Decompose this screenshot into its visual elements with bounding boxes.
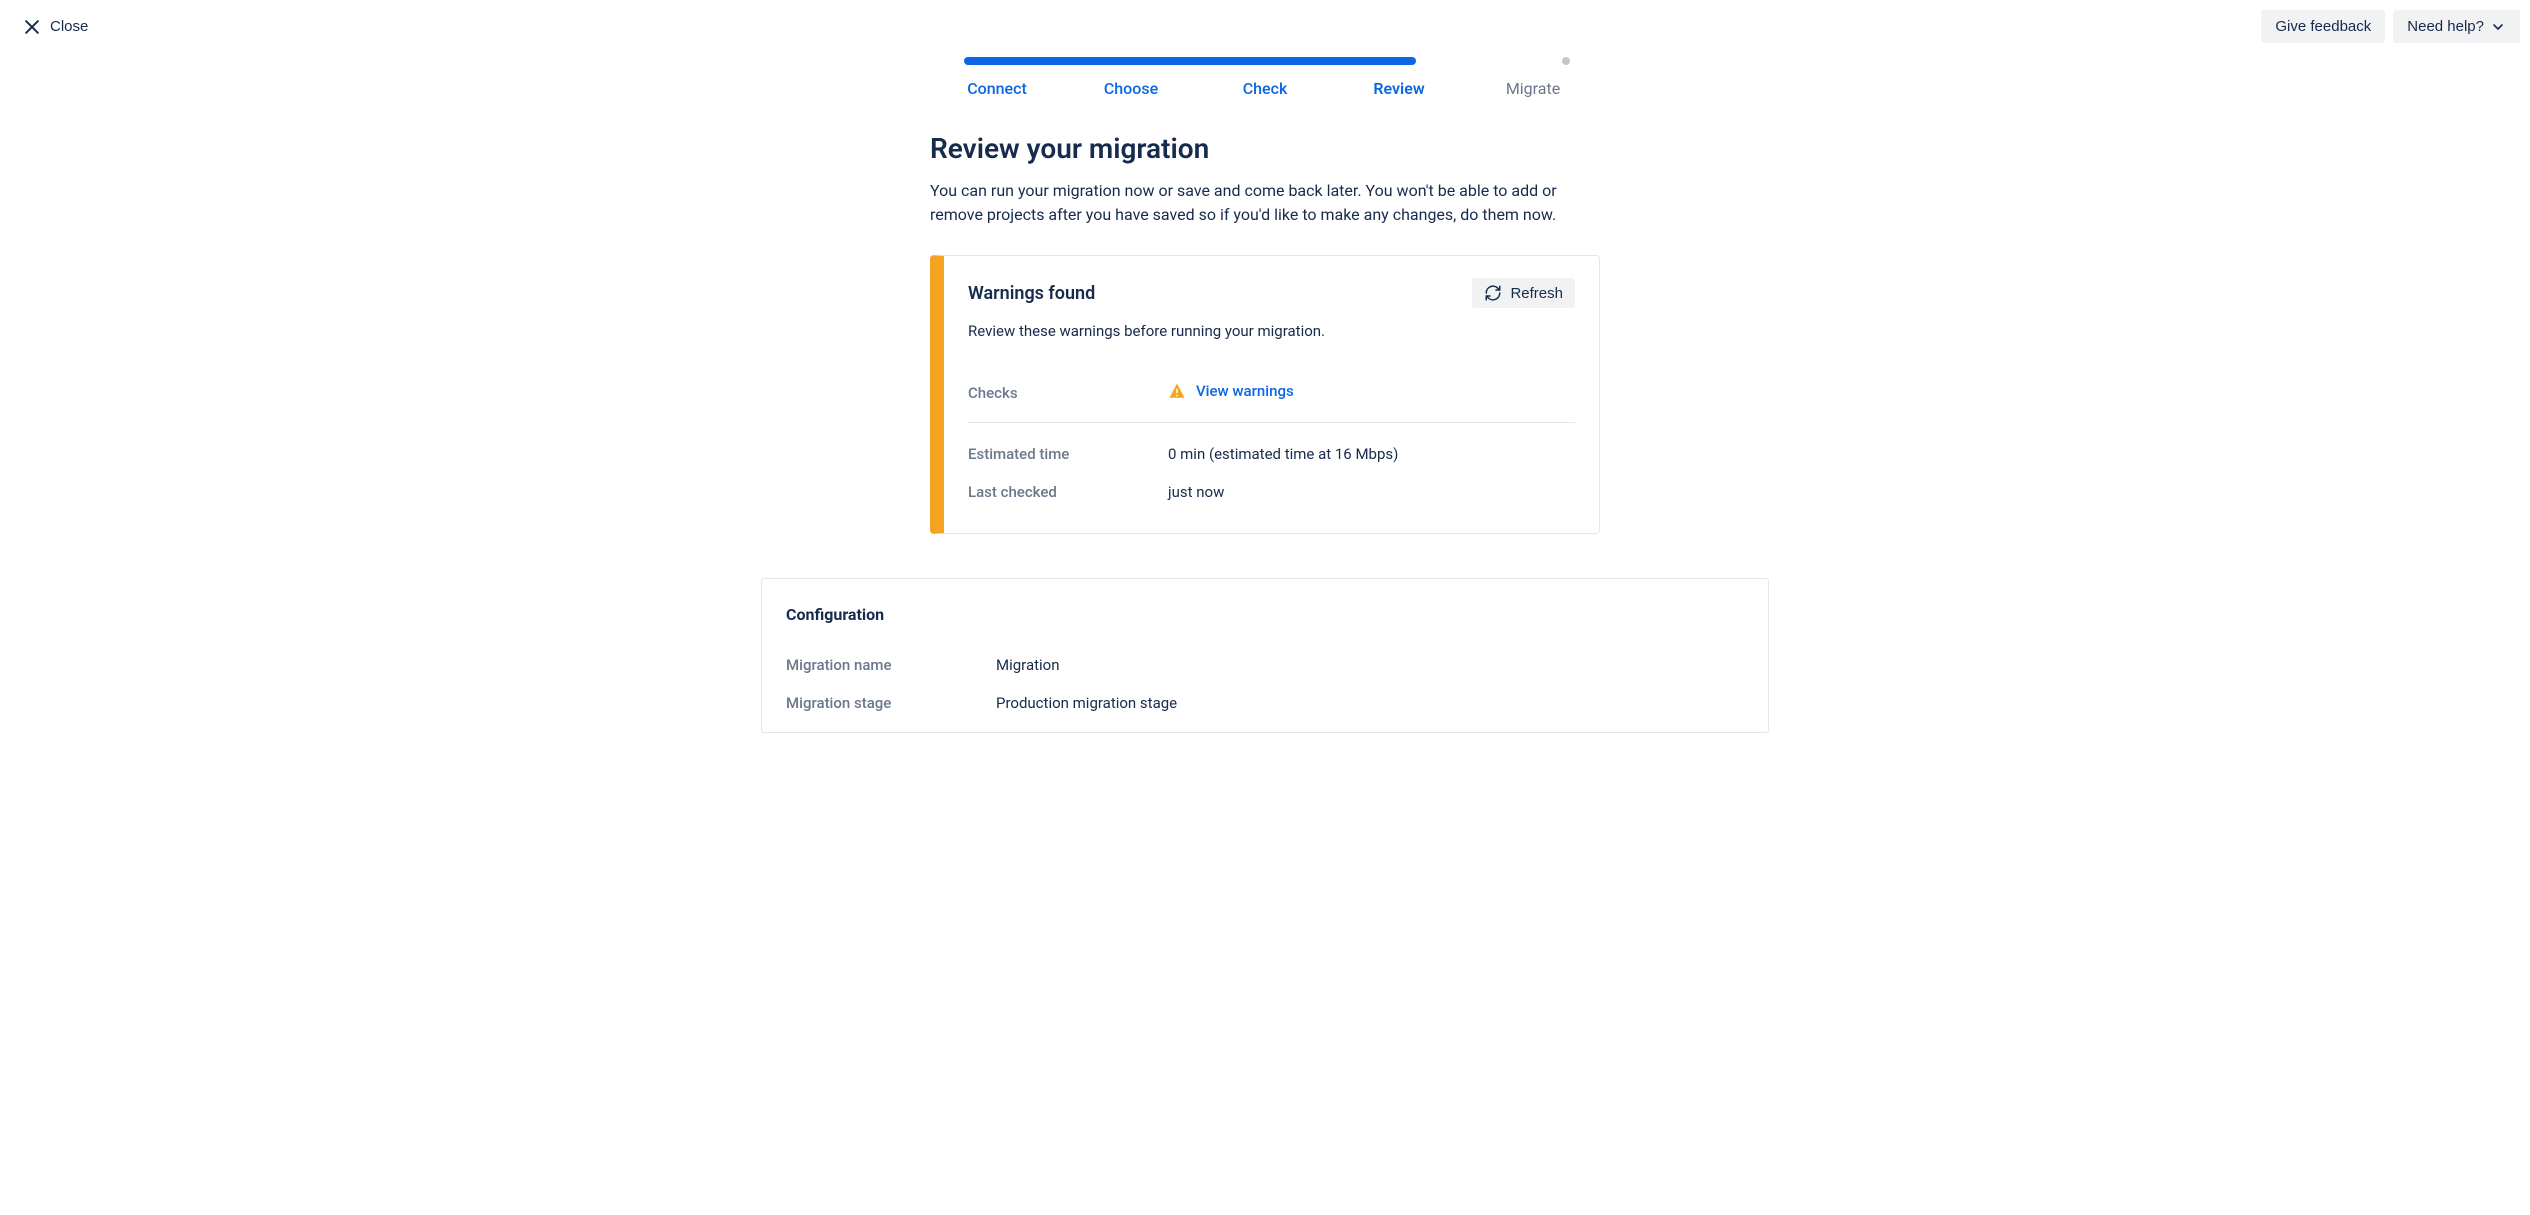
step-review[interactable]: Review xyxy=(1332,79,1466,98)
give-feedback-button[interactable]: Give feedback xyxy=(2261,10,2385,43)
step-connect[interactable]: Connect xyxy=(930,79,1064,98)
configuration-card: Configuration Migration name Migration M… xyxy=(761,578,1769,733)
step-label: Connect xyxy=(967,79,1027,98)
progress-stepper: Connect Choose Check Review Migrate xyxy=(930,57,1600,98)
refresh-label: Refresh xyxy=(1510,285,1563,302)
give-feedback-label: Give feedback xyxy=(2275,18,2371,35)
warnings-title: Warnings found xyxy=(968,283,1095,304)
close-icon xyxy=(22,17,42,37)
step-choose[interactable]: Choose xyxy=(1064,79,1198,98)
step-label: Check xyxy=(1243,79,1288,98)
config-label: Migration name xyxy=(786,656,996,674)
need-help-button[interactable]: Need help? xyxy=(2393,10,2520,43)
refresh-icon xyxy=(1484,284,1502,302)
close-label: Close xyxy=(50,18,88,35)
top-bar: Close Give feedback Need help? xyxy=(0,0,2530,53)
estimated-time-label: Estimated time xyxy=(968,423,1168,474)
warnings-description: Review these warnings before running you… xyxy=(968,322,1575,340)
warnings-header: Warnings found Refresh xyxy=(968,278,1575,308)
checks-row: Checks View warnings xyxy=(968,368,1575,423)
config-row-migration-name: Migration name Migration xyxy=(786,646,1744,684)
stepper-dot-migrate xyxy=(1562,57,1570,65)
config-label: Migration stage xyxy=(786,694,996,712)
config-value: Migration xyxy=(996,656,1060,674)
config-value: Production migration stage xyxy=(996,694,1177,712)
page-title: Review your migration xyxy=(930,132,1600,165)
stepper-labels: Connect Choose Check Review Migrate xyxy=(930,79,1600,98)
need-help-label: Need help? xyxy=(2407,18,2484,35)
top-right-actions: Give feedback Need help? xyxy=(2261,10,2520,43)
review-section: Review your migration You can run your m… xyxy=(930,132,1600,534)
estimated-time-row: Estimated time 0 min (estimated time at … xyxy=(968,423,1575,474)
chevron-down-icon xyxy=(2490,19,2506,35)
main-content: Connect Choose Check Review Migrate Revi… xyxy=(0,53,2530,733)
estimated-time-value: 0 min (estimated time at 16 Mbps) xyxy=(1168,423,1575,474)
last-checked-label: Last checked xyxy=(968,473,1168,511)
stepper-track xyxy=(964,57,1566,65)
step-label: Choose xyxy=(1104,79,1158,98)
refresh-button[interactable]: Refresh xyxy=(1472,278,1575,308)
warnings-table: Checks View warnings Estimate xyxy=(968,368,1575,511)
configuration-title: Configuration xyxy=(786,605,1744,624)
view-warnings-link[interactable]: View warnings xyxy=(1168,382,1294,400)
page-description: You can run your migration now or save a… xyxy=(930,179,1600,227)
last-checked-value: just now xyxy=(1168,473,1575,511)
warning-icon xyxy=(1168,382,1186,400)
warnings-card: Warnings found Refresh Review these warn… xyxy=(930,255,1600,534)
step-label: Review xyxy=(1373,79,1424,98)
step-label: Migrate xyxy=(1506,79,1560,98)
checks-label: Checks xyxy=(968,368,1168,423)
close-button[interactable]: Close xyxy=(14,11,96,43)
last-checked-row: Last checked just now xyxy=(968,473,1575,511)
config-row-migration-stage: Migration stage Production migration sta… xyxy=(786,684,1744,722)
step-migrate: Migrate xyxy=(1466,79,1600,98)
view-warnings-label: View warnings xyxy=(1196,382,1294,400)
step-check[interactable]: Check xyxy=(1198,79,1332,98)
stepper-track-fill xyxy=(964,57,1416,65)
